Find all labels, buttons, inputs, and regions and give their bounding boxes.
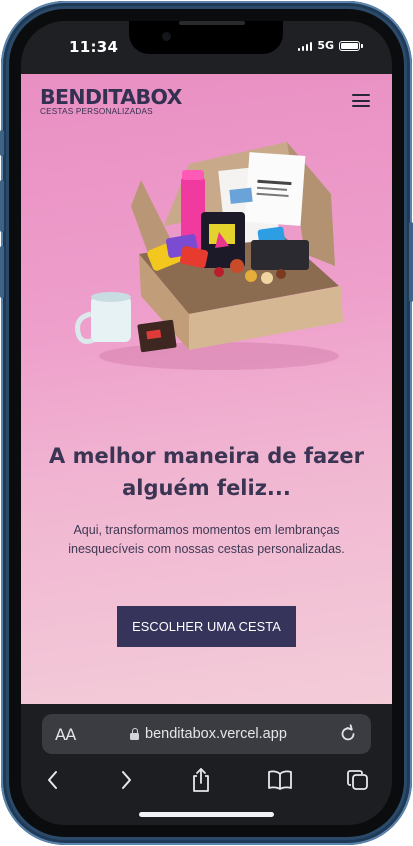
forward-button[interactable] [111, 765, 141, 795]
logo-wordmark: BENDITABOX [40, 85, 182, 109]
site-logo[interactable]: BENDITABOX CESTAS PERSONALIZADAS [40, 86, 182, 116]
back-icon [48, 771, 57, 789]
forward-icon [122, 771, 131, 789]
text-size-button[interactable]: AA [55, 725, 76, 744]
phone-power-button [409, 222, 413, 302]
url-text: benditabox.vercel.app [145, 726, 287, 742]
snack [214, 267, 224, 277]
status-indicators: 5G [297, 39, 363, 52]
shadow [99, 342, 339, 370]
share-icon [193, 768, 209, 792]
snack [261, 272, 273, 284]
snack [276, 269, 286, 279]
hero-subtitle: Aqui, transformamos momentos em lembranç… [68, 523, 345, 556]
signal-icon [297, 41, 313, 51]
battery-icon [339, 40, 363, 51]
site-header: BENDITABOX CESTAS PERSONALIZADAS [21, 74, 392, 130]
hero-title: A melhor maneira de fazer alguém feliz..… [49, 444, 364, 500]
back-button[interactable] [38, 765, 68, 795]
home-indicator[interactable] [139, 812, 274, 817]
bookmarks-button[interactable] [265, 765, 295, 795]
phone-volume-up-button [0, 180, 4, 232]
hamburger-menu-icon[interactable] [351, 94, 371, 110]
phone-screen: 11:34 5G BENDITABOX CESTAS PERSONALIZADA… [21, 21, 392, 825]
phone-volume-down-button [0, 246, 4, 298]
browser-toolbar: AA benditabox.vercel.app [21, 704, 392, 825]
share-button[interactable] [186, 765, 216, 795]
mug [91, 296, 131, 342]
status-bar: 11:34 5G [21, 21, 392, 74]
lock-icon [130, 728, 139, 740]
card-picture [229, 187, 253, 204]
snack [251, 240, 309, 270]
bookmarks-icon [268, 770, 292, 790]
gift-box-image [75, 142, 343, 370]
choose-basket-button[interactable]: ESCOLHER UMA CESTA [117, 606, 296, 647]
mug-top [91, 292, 131, 302]
status-time: 11:34 [69, 38, 119, 56]
address-bar[interactable]: AA benditabox.vercel.app [42, 714, 371, 754]
notch-speaker [179, 21, 245, 25]
web-page: BENDITABOX CESTAS PERSONALIZADAS A melho… [21, 74, 392, 704]
network-label: 5G [317, 39, 334, 52]
front-camera-icon [162, 32, 171, 41]
snack [230, 259, 244, 273]
tabs-button[interactable] [343, 765, 373, 795]
url-display[interactable]: benditabox.vercel.app [130, 726, 287, 742]
browser-nav [21, 765, 392, 799]
tabs-icon [347, 770, 368, 790]
notch [129, 21, 283, 54]
reload-icon[interactable] [338, 724, 358, 744]
pink-bottle-cap [182, 170, 204, 180]
snack [245, 270, 257, 282]
phone-side-button [0, 130, 4, 156]
